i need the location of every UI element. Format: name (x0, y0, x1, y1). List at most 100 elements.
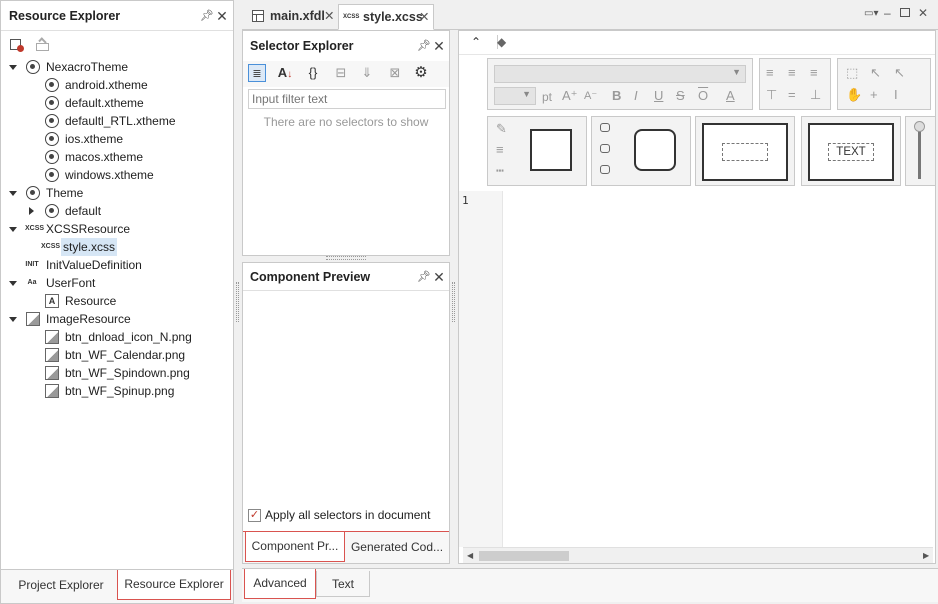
tab-component-preview[interactable]: Component Pr... (245, 532, 345, 562)
valign-top-icon[interactable]: ⊤ (766, 87, 777, 103)
empty-selectors-text: There are no selectors to show (263, 115, 429, 129)
component-preview-panel: Component Preview 📌︎ ✕ ✓ Apply all selec… (242, 262, 450, 564)
close-icon[interactable]: ✕ (433, 39, 445, 53)
valign-middle-icon[interactable]: = (788, 87, 796, 103)
splitter-grip[interactable] (452, 282, 455, 322)
close-icon[interactable]: ✕ (433, 270, 445, 284)
selection-rect-icon[interactable]: ⬚ (846, 65, 858, 81)
tree-item-label: NexacroTheme (46, 60, 129, 74)
sort-by-type-icon[interactable]: ≣ (248, 64, 266, 82)
overline-icon[interactable]: O (698, 88, 708, 104)
underline-icon[interactable]: U (654, 88, 663, 104)
italic-icon[interactable]: I (634, 88, 638, 104)
diamond-icon[interactable]: ◆ (497, 35, 506, 49)
tab-main-xfdl[interactable]: main.xfdl ✕ (246, 4, 338, 30)
move-down-icon[interactable]: ⇓ (358, 64, 376, 82)
image-file-icon (45, 366, 59, 380)
expand-arrow-icon[interactable] (9, 281, 17, 286)
code-text-area[interactable] (503, 191, 935, 547)
tab-list-icon[interactable]: ▭▾ (864, 8, 878, 19)
selector-filter-input[interactable] (248, 89, 446, 109)
expand-arrow-icon[interactable] (9, 227, 17, 232)
export-icon[interactable] (35, 37, 51, 53)
font-shrink-icon[interactable]: A⁻ (584, 88, 597, 104)
scroll-left-icon[interactable]: ◀ (467, 551, 473, 560)
text-preview[interactable]: TEXT (808, 123, 894, 181)
text-style-group: TEXT (801, 116, 901, 186)
pin-icon[interactable]: 📌︎ (417, 39, 431, 53)
image-file-icon (45, 330, 59, 344)
pointer-icon[interactable]: ↖ (870, 65, 881, 81)
font-color-icon[interactable]: A (726, 88, 735, 104)
align-center-icon[interactable]: ≡ (788, 65, 796, 81)
radius-style-group (591, 116, 691, 186)
tab-generated-code[interactable]: Generated Cod... (347, 534, 447, 560)
font-size-select[interactable]: ▼ (494, 87, 536, 105)
editor-mode-tabs: Advanced Text (242, 568, 938, 602)
close-icon[interactable]: ✕ (419, 5, 429, 29)
splitter-grip[interactable] (236, 282, 239, 322)
text-cursor-icon[interactable]: I (894, 87, 898, 103)
collapse-arrow-icon[interactable] (29, 207, 34, 215)
image-folder-icon (26, 312, 40, 326)
close-icon[interactable]: ✕ (216, 9, 228, 23)
scroll-right-icon[interactable]: ▶ (923, 551, 929, 560)
sort-alpha-icon[interactable]: A↓ (276, 64, 294, 82)
braces-icon[interactable]: {} (304, 64, 322, 82)
tab-style-xcss[interactable]: XCSS style.xcss ✕ (338, 4, 434, 30)
xcss-file-icon: XCSS (41, 243, 61, 250)
close-icon[interactable]: ✕ (324, 4, 334, 28)
xtheme-icon (45, 204, 59, 218)
valign-bottom-icon[interactable]: ⊥ (810, 87, 821, 103)
tab-text[interactable]: Text (316, 571, 370, 597)
tab-project-explorer[interactable]: Project Explorer (5, 572, 117, 598)
apply-all-checkbox[interactable]: ✓ (248, 509, 261, 522)
align-right-icon[interactable]: ≡ (810, 65, 818, 81)
tab-resource-explorer[interactable]: Resource Explorer (117, 570, 231, 600)
xtheme-icon (45, 150, 59, 164)
settings-gear-icon[interactable]: ⚙ (412, 64, 430, 82)
hand-icon[interactable]: ✋ (846, 87, 862, 103)
expand-arrow-icon[interactable] (9, 191, 17, 196)
line-style-icon[interactable]: ≡ (496, 142, 504, 158)
radius-preview[interactable] (634, 129, 676, 171)
add-selector-icon[interactable]: ⊟ (332, 64, 350, 82)
pin-icon[interactable]: 📌︎ (417, 270, 431, 284)
tab-advanced[interactable]: Advanced (244, 569, 316, 599)
expand-arrow-icon[interactable] (9, 65, 17, 70)
delete-selector-icon[interactable]: ⊠ (386, 64, 404, 82)
pen-icon[interactable]: ✎ (496, 121, 507, 137)
padding-preview[interactable] (702, 123, 788, 181)
horizontal-scrollbar[interactable]: ◀ ▶ (463, 547, 933, 563)
crosshair-icon[interactable]: + (870, 87, 878, 103)
apply-all-label: Apply all selectors in document (265, 508, 431, 522)
collapse-toolbar-icon[interactable]: ⌃ (471, 35, 481, 49)
font-grow-icon[interactable]: A⁺ (562, 88, 578, 104)
horizontal-splitter-grip[interactable] (326, 256, 366, 260)
border-preview[interactable] (530, 129, 572, 171)
radius-icon[interactable] (600, 144, 610, 153)
close-window-icon[interactable]: ✕ (918, 6, 928, 20)
opacity-slider-handle[interactable] (914, 121, 925, 132)
strikethrough-icon[interactable]: S (676, 88, 685, 104)
add-resource-icon[interactable] (9, 37, 25, 53)
align-left-icon[interactable]: ≡ (766, 65, 774, 81)
font-unit[interactable]: pt (542, 89, 552, 105)
align-group: ≡ ≡ ≡ ⊤ = ⊥ (759, 58, 831, 110)
opacity-slider-track[interactable] (918, 125, 921, 179)
resource-explorer-panel: Resource Explorer 📌︎ ✕ NexacroTheme andr… (0, 0, 234, 604)
tab-label: main.xfdl (270, 9, 325, 23)
radius-br-icon[interactable] (600, 165, 610, 174)
restore-icon[interactable] (900, 8, 910, 17)
pointer-alt-icon[interactable]: ↖ (894, 65, 905, 81)
xfdl-icon (252, 10, 264, 22)
dash-style-icon[interactable]: ┅ (496, 163, 504, 179)
font-family-select[interactable]: ▼ (494, 65, 746, 83)
bold-icon[interactable]: B (612, 88, 621, 104)
expand-arrow-icon[interactable] (9, 317, 17, 322)
scrollbar-thumb[interactable] (479, 551, 569, 561)
resource-explorer-title: Resource Explorer (9, 9, 121, 23)
radius-tl-icon[interactable] (600, 123, 610, 132)
pin-icon[interactable]: 📌︎ (200, 9, 214, 23)
minimize-icon[interactable]: – (884, 6, 891, 20)
